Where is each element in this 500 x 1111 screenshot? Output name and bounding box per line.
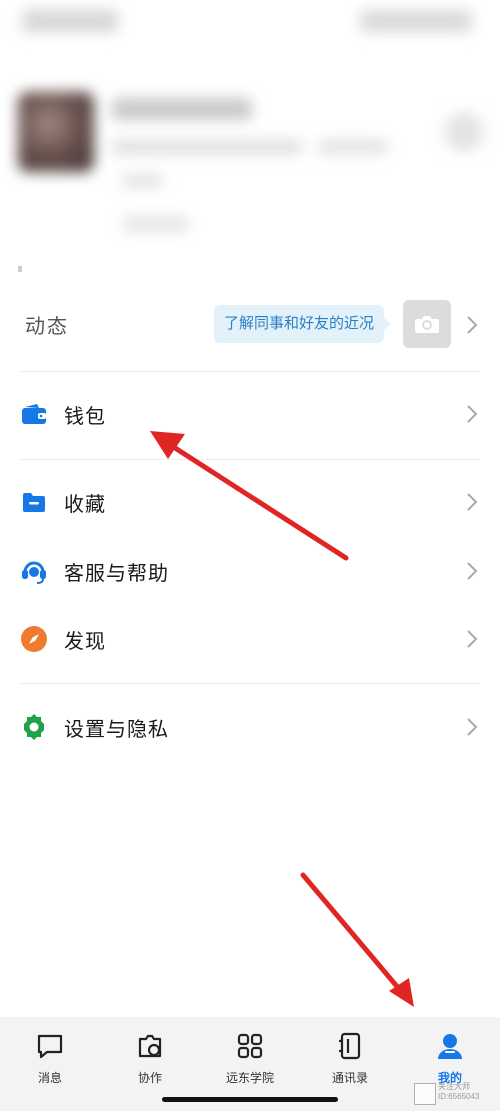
home-indicator: [162, 1097, 338, 1102]
collaboration-icon: [138, 1034, 162, 1058]
tab-label: 远东学院: [225, 1071, 274, 1085]
status-bar-time: [22, 10, 118, 32]
menu-item-wallet[interactable]: 钱包: [0, 384, 500, 444]
grid-apps-icon: [237, 1033, 263, 1059]
feed-row[interactable]: 动态 了解同事和好友的近况: [0, 290, 500, 360]
arrow-to-me-tab: [300, 872, 403, 993]
tab-academy[interactable]: 远东学院: [200, 1031, 300, 1091]
contacts-book-icon: [339, 1032, 361, 1060]
tab-collaboration[interactable]: 协作: [100, 1031, 200, 1091]
menu-item-favorites[interactable]: 收藏: [0, 472, 500, 532]
chevron-right-icon: [467, 405, 478, 423]
chevron-right-icon: [467, 316, 478, 334]
camera-icon[interactable]: [403, 300, 451, 348]
divider-mark: [18, 266, 22, 272]
profile-info-blurred-2: [318, 140, 388, 154]
wallet-icon: [20, 400, 48, 428]
watermark-line: 关注大师: [438, 1082, 470, 1091]
watermark-line: ID:6565043: [438, 1092, 480, 1101]
tab-label: 协作: [137, 1071, 162, 1085]
menu-item-label: 设置与隐私: [64, 718, 169, 741]
person-icon: [438, 1034, 462, 1059]
profile-status-blurred: [122, 216, 188, 232]
arrowhead-me-tab: [389, 978, 414, 1007]
menu-item-discover[interactable]: 发现: [0, 609, 500, 669]
menu-item-settings[interactable]: 设置与隐私: [0, 697, 500, 757]
tab-messages[interactable]: 消息: [0, 1031, 100, 1091]
message-icon: [37, 1034, 63, 1059]
profile-name-blurred: [112, 98, 252, 120]
watermark-logo: [414, 1083, 436, 1105]
gear-icon: [20, 713, 48, 741]
profile-info-blurred: [112, 140, 302, 154]
avatar[interactable]: [18, 92, 94, 172]
menu-item-label: 客服与帮助: [64, 562, 169, 585]
chevron-right-icon: [467, 630, 478, 648]
compass-icon: [20, 625, 48, 653]
chevron-right-icon: [467, 718, 478, 736]
menu-item-customer-service[interactable]: 客服与帮助: [0, 541, 500, 601]
watermark-text: 关注大师 ID:6565043: [438, 1082, 479, 1102]
menu-item-label: 收藏: [64, 493, 106, 516]
profile-qr-button-blurred[interactable]: [444, 112, 484, 152]
divider: [20, 371, 480, 372]
menu-item-label: 钱包: [64, 405, 106, 428]
tab-label: 消息: [37, 1071, 62, 1085]
menu-item-label: 发现: [64, 630, 106, 653]
divider: [20, 683, 480, 684]
feed-label: 动态: [25, 316, 69, 338]
feed-hint-bubble: 了解同事和好友的近况: [214, 305, 392, 343]
chevron-right-icon: [467, 493, 478, 511]
headset-icon: [20, 557, 48, 585]
status-bar-indicators: [360, 10, 472, 32]
folder-icon: [20, 488, 48, 516]
tab-label: 通讯录: [331, 1071, 368, 1085]
profile-detail-blurred: [122, 174, 162, 188]
tab-contacts[interactable]: 通讯录: [300, 1031, 400, 1091]
divider: [20, 459, 480, 460]
chevron-right-icon: [467, 562, 478, 580]
